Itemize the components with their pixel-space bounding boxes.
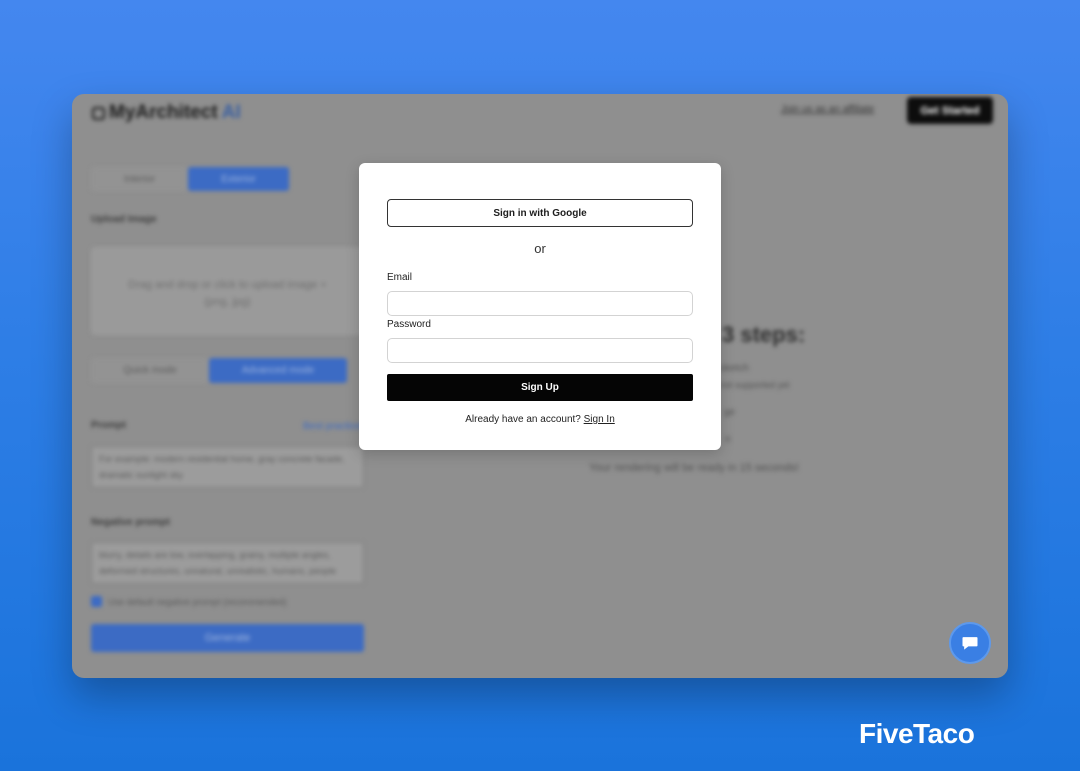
best-practices-link[interactable]: Best practices [303, 421, 366, 432]
get-started-button[interactable]: Get Started [907, 97, 993, 124]
account-prompt-row: Already have an account? Sign In [359, 414, 721, 425]
password-field[interactable] [387, 338, 693, 363]
quick-mode-toggle[interactable]: Quick mode [91, 358, 209, 383]
signup-modal: Sign in with Google or Email Password Si… [359, 163, 721, 450]
brand-name: MyArchitect [109, 102, 218, 123]
prompt-input[interactable]: For example: modern residential home, gr… [91, 446, 364, 488]
rendering-time-note: Your rendering will be ready in 15 secon… [589, 462, 799, 474]
checkbox-label: Use default negative prompt (recommended… [108, 596, 287, 607]
google-signin-button[interactable]: Sign in with Google [387, 199, 693, 227]
fivetaco-watermark: FiveTaco [859, 718, 975, 749]
prompt-label: Prompt [91, 420, 126, 431]
chat-widget-button[interactable] [949, 622, 991, 664]
chat-icon [962, 637, 978, 650]
sign-in-link[interactable]: Sign In [584, 414, 615, 425]
password-label: Password [387, 319, 431, 330]
step-line: sketch [720, 363, 749, 374]
default-negative-checkbox-row[interactable]: Use default negative prompt (recommended… [91, 596, 287, 607]
upload-dropzone[interactable]: Drag and drop or click to upload image +… [91, 247, 364, 335]
advanced-mode-toggle[interactable]: Advanced mode [209, 358, 347, 383]
tab-interior[interactable]: Interior [91, 167, 188, 191]
email-label: Email [387, 272, 413, 283]
email-field[interactable] [387, 291, 693, 316]
logo-icon [92, 106, 105, 120]
sign-up-button[interactable]: Sign Up [387, 374, 693, 401]
brand-logo[interactable]: MyArchitect AI [92, 102, 241, 124]
steps-title: 3 steps: [722, 322, 806, 347]
generate-button[interactable]: Generate [91, 624, 364, 652]
step-line: not supported yet [720, 380, 790, 390]
account-prompt-text: Already have an account? [465, 414, 581, 425]
affiliate-link[interactable]: Join us as an affiliate [781, 104, 874, 115]
step-line: ge [724, 407, 736, 418]
negative-prompt-input[interactable]: blurry, details are low, overlapping, gr… [91, 542, 364, 584]
checkbox[interactable] [91, 596, 102, 607]
negative-prompt-label: Negative prompt [91, 517, 170, 528]
or-divider: or [534, 241, 546, 256]
brand-suffix: AI [221, 102, 241, 123]
upload-label: Upload Image [91, 214, 157, 225]
step-line: n [725, 434, 731, 445]
tab-exterior[interactable]: Exterior [188, 167, 289, 191]
